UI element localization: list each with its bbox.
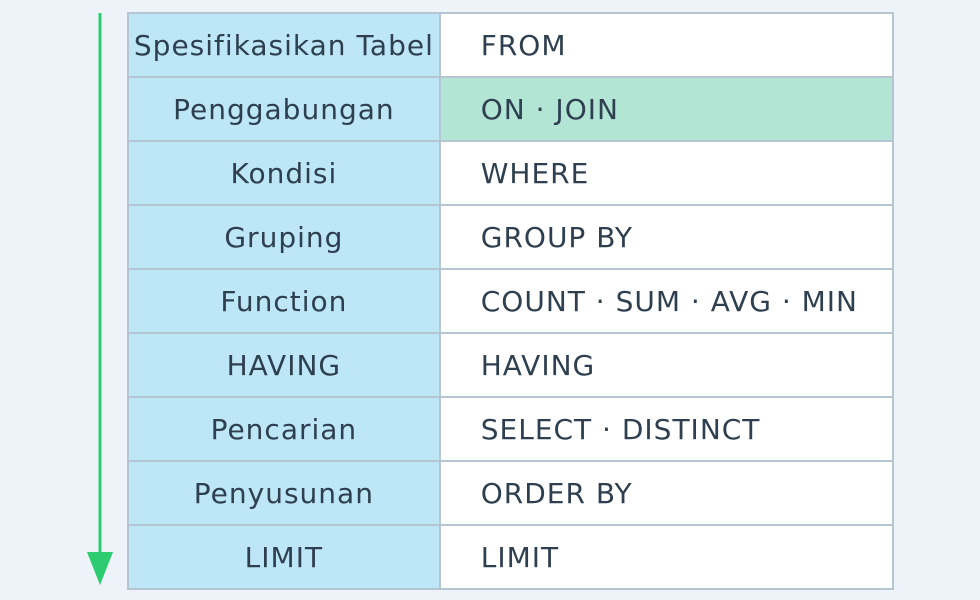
step-row: Kondisi WHERE (127, 140, 895, 206)
step-label: Kondisi (127, 140, 441, 206)
step-row: Penggabungan ON · JOIN (127, 76, 895, 142)
step-clause: FROM (438, 12, 895, 78)
step-row: Gruping GROUP BY (127, 204, 895, 270)
step-row: HAVING HAVING (127, 332, 895, 398)
execution-steps-table: Spesifikasikan Tabel FROM Penggabungan ON ·… (127, 12, 895, 590)
sql-execution-order-diagram: Spesifikasikan Tabel FROM Penggabungan ON ·… (0, 0, 980, 600)
flow-arrow-head (87, 552, 113, 585)
step-row: LIMIT LIMIT (127, 524, 895, 590)
step-label: Pencarian (127, 396, 441, 462)
arrow-down-icon (87, 13, 113, 585)
step-label: Penggabungan (127, 76, 441, 142)
flow-arrow (87, 13, 113, 585)
step-clause: SELECT · DISTINCT (438, 396, 895, 462)
step-clause: GROUP BY (438, 204, 895, 270)
step-clause-highlighted: ON · JOIN (438, 76, 895, 142)
step-row: Spesifikasikan Tabel FROM (127, 12, 895, 78)
step-clause: ORDER BY (438, 460, 895, 526)
step-label: Gruping (127, 204, 441, 270)
step-clause: LIMIT (438, 524, 895, 590)
execution-steps-body: Spesifikasikan Tabel FROM Penggabungan ON ·… (127, 12, 895, 590)
step-clause: HAVING (438, 332, 895, 398)
step-row: Pencarian SELECT · DISTINCT (127, 396, 895, 462)
step-label: HAVING (127, 332, 441, 398)
step-label: Function (127, 268, 441, 334)
step-row: Function COUNT · SUM · AVG · MIN (127, 268, 895, 334)
step-label: LIMIT (127, 524, 441, 590)
step-label: Penyusunan (127, 460, 441, 526)
step-clause: WHERE (438, 140, 895, 206)
step-row: Penyusunan ORDER BY (127, 460, 895, 526)
step-label: Spesifikasikan Tabel (127, 12, 441, 78)
step-clause: COUNT · SUM · AVG · MIN (438, 268, 895, 334)
